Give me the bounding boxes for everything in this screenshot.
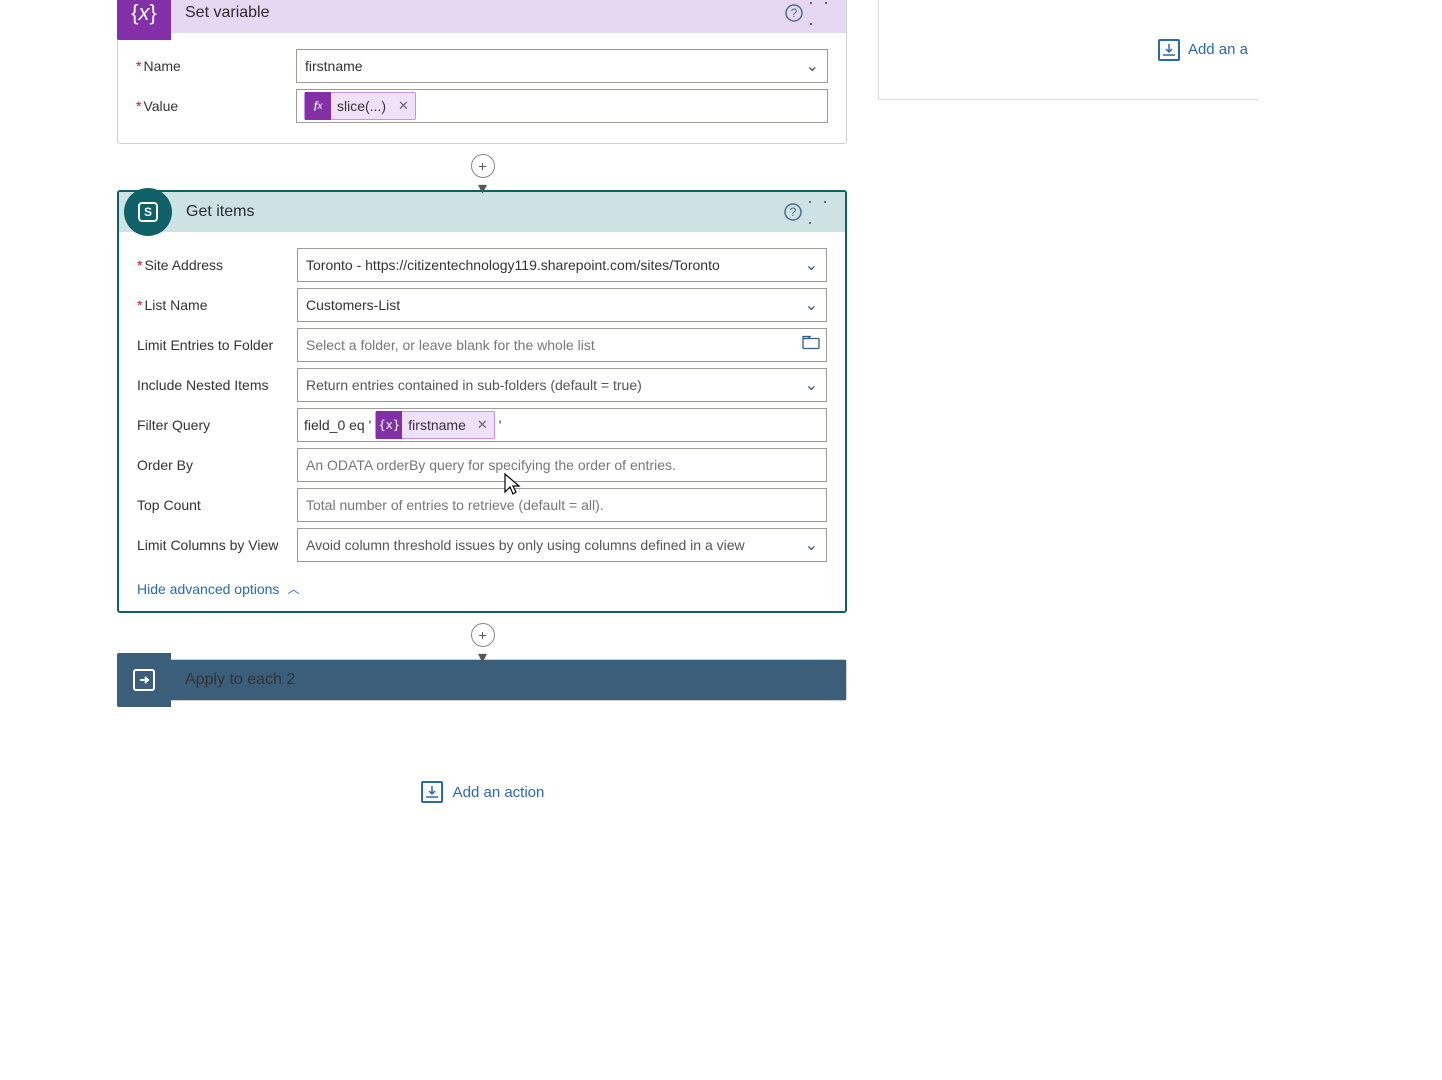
limit-columns-select[interactable]: Avoid column threshold issues by only us… [297, 528, 827, 562]
limit-columns-label: Limit Columns by View [137, 537, 297, 553]
add-action-icon [1158, 39, 1180, 61]
limit-folder-placeholder: Select a folder, or leave blank for the … [306, 337, 595, 353]
include-nested-label: Include Nested Items [137, 377, 297, 393]
name-label: *Name [136, 58, 296, 74]
sharepoint-icon: S [124, 188, 172, 236]
limit-folder-label: Limit Entries to Folder [137, 337, 297, 353]
set-variable-body: *Name firstname ⌄ *Value fx slice(...) ✕ [118, 33, 846, 143]
filter-query-input[interactable]: field_0 eq ' {x} firstname ✕ ' [297, 408, 827, 442]
value-label: *Value [136, 98, 296, 114]
folder-picker-icon[interactable] [802, 336, 820, 355]
variable-icon: {x} [376, 411, 402, 439]
name-value: firstname [305, 58, 363, 74]
hide-advanced-link[interactable]: Hide advanced options ︿ [137, 580, 299, 597]
get-items-title: Get items [186, 203, 779, 221]
set-variable-header[interactable]: {x} Set variable ? · · · [118, 0, 846, 33]
add-step-button[interactable]: + [471, 623, 495, 647]
expression-token[interactable]: fx slice(...) ✕ [304, 92, 416, 120]
chevron-down-icon[interactable]: ⌄ [805, 375, 818, 395]
right-panel: Add an a [878, 0, 1258, 100]
more-icon[interactable]: · · · [807, 198, 835, 226]
remove-token-icon[interactable]: ✕ [392, 98, 415, 114]
order-by-placeholder: An ODATA orderBy query for specifying th… [306, 457, 676, 473]
add-step-button[interactable]: + [471, 154, 495, 178]
add-action-icon [421, 781, 443, 803]
get-items-body: *Site Address Toronto - https://citizent… [119, 232, 845, 611]
filter-query-label: Filter Query [137, 417, 297, 433]
top-count-label: Top Count [137, 497, 297, 513]
apply-to-each-title: Apply to each 2 [185, 671, 808, 689]
name-select[interactable]: firstname ⌄ [296, 49, 828, 83]
fx-icon: fx [305, 92, 331, 120]
more-icon[interactable]: · · · [808, 0, 836, 27]
loop-icon [117, 653, 171, 707]
add-action-link[interactable]: Add an action [421, 781, 545, 803]
more-icon[interactable]: · · · [808, 666, 836, 694]
filter-suffix: ' [499, 417, 502, 433]
value-input[interactable]: fx slice(...) ✕ [296, 89, 828, 123]
chevron-down-icon[interactable]: ⌄ [805, 535, 818, 555]
connector-1: + ▾ [100, 144, 865, 190]
add-action-area: Add an action [100, 781, 865, 803]
list-name-value: Customers-List [306, 297, 400, 313]
arrow-down-icon: ▾ [478, 178, 487, 199]
order-by-label: Order By [137, 457, 297, 473]
filter-prefix: field_0 eq ' [304, 417, 371, 433]
chevron-up-icon: ︿ [287, 580, 299, 597]
token-text: firstname [408, 417, 471, 433]
variable-token[interactable]: {x} firstname ✕ [375, 411, 494, 439]
site-address-value: Toronto - https://citizentechnology119.s… [306, 257, 720, 273]
top-count-input[interactable]: Total number of entries to retrieve (def… [297, 488, 827, 522]
site-address-select[interactable]: Toronto - https://citizentechnology119.s… [297, 248, 827, 282]
connector-2: + ▾ [100, 613, 865, 659]
svg-text:?: ? [791, 6, 798, 20]
chevron-down-icon[interactable]: ⌄ [806, 56, 819, 76]
include-nested-value: Return entries contained in sub-folders … [306, 377, 642, 393]
help-icon[interactable]: ? [779, 198, 807, 226]
order-by-input[interactable]: An ODATA orderBy query for specifying th… [297, 448, 827, 482]
limit-folder-input[interactable]: Select a folder, or leave blank for the … [297, 328, 827, 362]
limit-columns-value: Avoid column threshold issues by only us… [306, 537, 745, 553]
token-text: slice(...) [337, 98, 392, 114]
set-variable-card: {x} Set variable ? · · · *Name firstname… [117, 0, 847, 144]
list-name-select[interactable]: Customers-List ⌄ [297, 288, 827, 322]
list-name-label: *List Name [137, 297, 297, 313]
add-action-link[interactable]: Add an a [1158, 39, 1248, 61]
top-count-placeholder: Total number of entries to retrieve (def… [306, 497, 604, 513]
arrow-down-icon: ▾ [478, 647, 487, 668]
set-variable-title: Set variable [185, 4, 780, 22]
get-items-card: S Get items ? · · · *Site Address Toront… [117, 190, 847, 613]
include-nested-select[interactable]: Return entries contained in sub-folders … [297, 368, 827, 402]
help-icon[interactable]: ? [780, 0, 808, 27]
remove-token-icon[interactable]: ✕ [471, 417, 494, 433]
variable-icon: {x} [117, 0, 171, 40]
site-address-label: *Site Address [137, 257, 297, 273]
svg-text:?: ? [790, 205, 797, 219]
chevron-down-icon[interactable]: ⌄ [805, 295, 818, 315]
chevron-down-icon[interactable]: ⌄ [805, 255, 818, 275]
